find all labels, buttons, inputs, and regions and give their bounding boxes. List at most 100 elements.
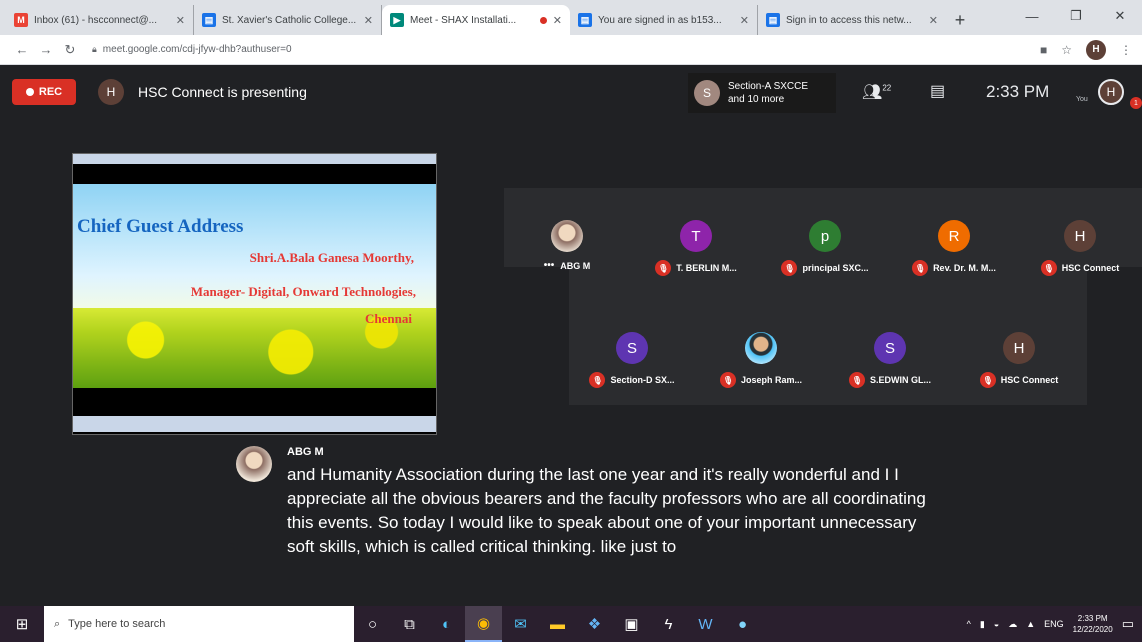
chevron-up-icon[interactable]: ^ [967,619,971,629]
avatar: T [680,220,712,252]
participant-tile[interactable]: H 🎙︎ HSC Connect [957,332,1081,402]
address-bar: ← → ↻ 🔒︎ meet.google.com/cdj-jfyw-dhb?au… [0,35,1142,65]
browser-tab[interactable]: ▤ St. Xavier's Catholic College... ✕ [194,5,382,35]
avatar: S [874,332,906,364]
new-tab-button[interactable]: + [946,5,974,35]
tab-title: You are signed in as b153... [598,14,722,26]
participant-tile[interactable]: S 🎙︎ S.EDWIN GL... [828,332,952,402]
presentation-slide: Chief Guest Address Shri.A.Bala Ganesa M… [73,184,436,388]
presentation-frame: Chief Guest Address Shri.A.Bala Ganesa M… [72,153,437,435]
notification-badge: 1 [1130,97,1142,109]
self-avatar[interactable]: H [1098,79,1124,105]
participant-tile[interactable]: ••• ABG M [505,220,629,290]
close-icon[interactable]: ✕ [364,14,373,27]
participant-name: HSC Connect [1000,375,1059,385]
presentation-titlebar [73,154,436,164]
people-app-icon[interactable]: ● [724,606,761,642]
tab-title: Meet - SHAX Installati... [410,14,517,26]
participant-tile[interactable]: H 🎙︎ HSC Connect [1018,220,1142,290]
browser-tab-active[interactable]: ▶ Meet - SHAX Installati... ✕ [382,5,570,35]
edge-icon[interactable]: ◐ [428,606,465,642]
browser-tab-bar: M Inbox (61) - hscconnect@... ✕ ▤ St. Xa… [0,0,1142,35]
browser-tab[interactable]: ▤ You are signed in as b153... ✕ [570,5,758,35]
language-indicator[interactable]: ENG [1044,619,1064,629]
avatar: S [616,332,648,364]
document-icon: ▤ [766,13,780,27]
cortana-icon[interactable]: ○ [354,606,391,642]
dropbox-icon[interactable]: ❖ [576,606,613,642]
people-button[interactable]: 👥︎22 [862,82,891,102]
bolt-icon[interactable]: ϟ [650,606,687,642]
avatar: H [1064,220,1096,252]
window-controls: — ❐ ✕ [1010,0,1142,32]
profile-avatar[interactable]: H [1086,39,1106,60]
taskbar-clock[interactable]: 2:33 PM 12/22/2020 [1073,613,1113,635]
document-icon: ▤ [578,13,592,27]
windows-start-icon[interactable]: ⊞ [0,615,44,633]
participant-name: T. BERLIN M... [676,263,737,273]
caption-speaker-name: ABG M [287,446,324,458]
participant-name: ABG M [560,260,591,271]
rec-label: REC [38,86,63,98]
minimize-icon[interactable]: — [1010,0,1054,32]
taskbar-date: 12/22/2020 [1072,625,1113,634]
participant-name: HSC Connect [1061,263,1120,273]
browser-tab[interactable]: M Inbox (61) - hscconnect@... ✕ [6,5,194,35]
participant-tile[interactable]: p 🎙︎ principal SXC... [763,220,887,290]
avatar: H [1003,332,1035,364]
participant-tile[interactable]: S 🎙︎ Section-D SX... [570,332,694,402]
chip-line2: and 10 more [728,94,785,105]
recording-button[interactable]: REC [12,79,76,105]
camera-icon[interactable]: ■ [1040,43,1047,57]
menu-icon[interactable]: ⋮ [1120,43,1132,57]
app-icon[interactable]: ▣ [613,606,650,642]
task-view-icon[interactable]: ⧉ [391,606,428,642]
taskbar-time: 2:33 PM [1077,614,1108,623]
presenting-text: HSC Connect is presenting [138,84,307,100]
taskbar-search-input[interactable]: ⌕ Type here to search [44,606,354,642]
participant-tile[interactable]: 🎙︎ Joseph Ram... [699,332,823,402]
close-icon[interactable]: ✕ [553,14,562,27]
close-icon[interactable]: ✕ [740,14,749,27]
participant-name: principal SXC... [802,263,869,273]
caption-text: and Humanity Association during the last… [287,465,926,556]
search-placeholder: Type here to search [68,618,166,630]
tab-title: Inbox (61) - hscconnect@... [34,14,157,26]
volume-icon[interactable]: ▲ [1026,619,1035,629]
participant-name: Section-D SX... [610,375,675,385]
network-icon[interactable]: ◒ [994,619,999,629]
close-icon[interactable]: ✕ [929,14,938,27]
screen: M Inbox (61) - hscconnect@... ✕ ▤ St. Xa… [0,0,1142,642]
cloud-icon[interactable]: ☁ [1008,619,1017,630]
meet-top-bar: REC H HSC Connect is presenting S Sectio… [0,65,1142,120]
more-options-icon[interactable]: ••• [544,260,555,271]
people-icon: 👥︎ [862,84,883,101]
star-icon[interactable]: ☆ [1061,43,1072,57]
reload-icon[interactable]: ↻ [58,42,82,58]
chip-line1: Section-A SXCCE [728,81,809,92]
browser-tab[interactable]: ▤ Sign in to access this netw... ✕ [758,5,946,35]
forward-icon[interactable]: → [34,42,58,57]
participant-chip[interactable]: S Section-A SXCCE and 10 more [688,73,836,113]
chat-button[interactable]: ▤ [930,81,945,101]
system-tray: ^ ▮ ◒ ☁ ▲ ENG 2:33 PM 12/22/2020 ▭ [967,613,1142,635]
word-icon[interactable]: W [687,606,724,642]
notification-center-icon[interactable]: ▭ [1122,616,1134,632]
close-icon[interactable]: ✕ [176,14,185,27]
close-window-icon[interactable]: ✕ [1098,0,1142,32]
avatar [551,220,583,252]
participant-tile[interactable]: T 🎙︎ T. BERLIN M... [634,220,758,290]
chrome-icon[interactable]: ◉ [465,606,502,642]
back-icon[interactable]: ← [10,42,34,57]
meet-icon: ▶ [390,13,404,27]
slide-line: Shri.A.Bala Ganesa Moorthy, [249,250,414,265]
record-dot-icon [25,88,34,96]
url-text: meet.google.com/cdj-jfyw-dhb?authuser=0 [102,44,292,55]
folder-icon[interactable]: ▬ [539,606,576,642]
battery-icon[interactable]: ▮ [980,619,985,630]
participant-tile[interactable]: R 🎙︎ Rev. Dr. M. M... [892,220,1016,290]
maximize-icon[interactable]: ❐ [1054,0,1098,32]
mail-icon[interactable]: ✉ [502,606,539,642]
mic-off-icon: 🎙︎ [655,260,672,276]
url-field[interactable]: 🔒︎ meet.google.com/cdj-jfyw-dhb?authuser… [92,39,1030,61]
